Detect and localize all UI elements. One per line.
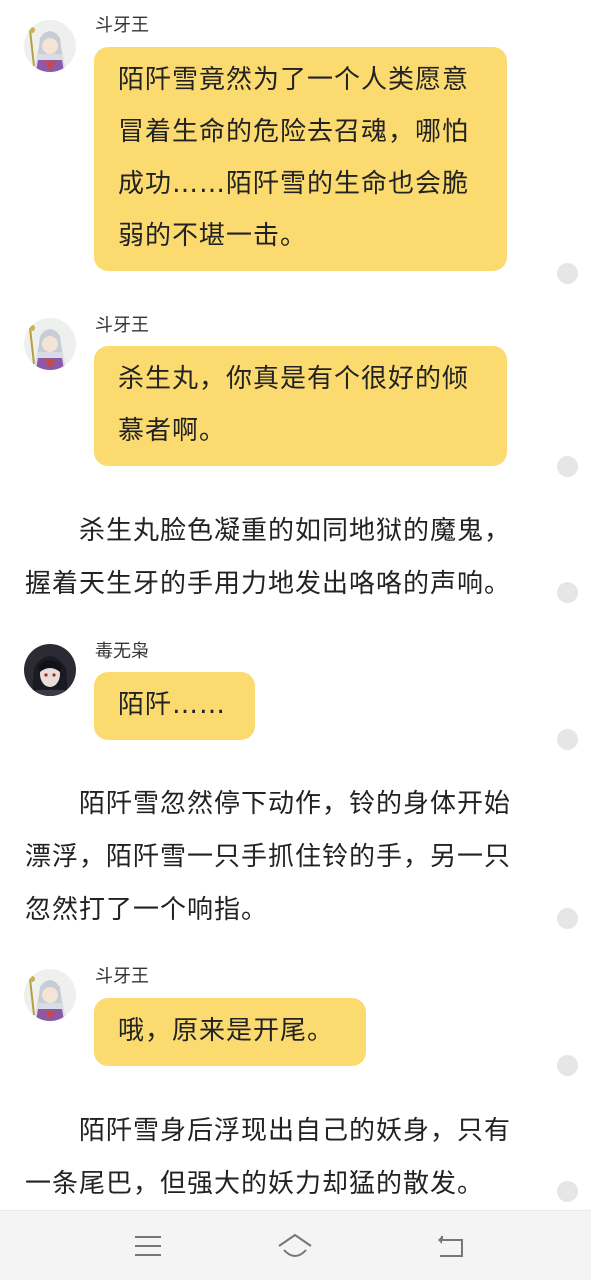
speaker-name: 斗牙王	[95, 315, 149, 336]
bubble-line: 陌阡雪竟然为了一个人类愿意	[118, 65, 470, 95]
comment-dot[interactable]	[557, 582, 578, 603]
system-navigation-bar	[0, 1210, 591, 1280]
bubble-line: 哦，原来是开尾。	[118, 1016, 335, 1046]
silver-hair-demon-avatar[interactable]	[24, 20, 76, 72]
narration-line: 陌阡雪忽然停下动作，铃的身体开始	[25, 789, 512, 819]
menu-icon	[135, 1236, 161, 1256]
comment-dot[interactable]	[557, 908, 578, 929]
narration-paragraph: 陌阡雪忽然停下动作，铃的身体开始 漂浮，陌阡雪一只手抓住铃的手，另一只 忽然打了…	[25, 778, 545, 937]
back-icon	[438, 1236, 463, 1257]
narration-line: 一条尾巴，但强大的妖力却猛的散发。	[25, 1169, 485, 1199]
chat-story-page: 斗牙王 陌阡雪竟然为了一个人类愿意 冒着生命的危险去召魂，哪怕 成功……陌阡雪的…	[0, 0, 591, 1280]
bubble-line: 陌阡……	[118, 690, 227, 720]
speaker-name: 斗牙王	[95, 15, 149, 36]
narration-line: 握着天生牙的手用力地发出咯咯的声响。	[25, 569, 512, 599]
silver-hair-demon-avatar[interactable]	[24, 969, 76, 1021]
narration-line: 陌阡雪身后浮现出自己的妖身，只有	[25, 1116, 512, 1146]
home-button[interactable]	[277, 1228, 313, 1264]
speaker-name: 毒无枭	[95, 641, 149, 662]
narration-paragraph: 陌阡雪身后浮现出自己的妖身，只有 一条尾巴，但强大的妖力却猛的散发。	[25, 1105, 545, 1211]
comment-dot[interactable]	[557, 456, 578, 477]
comment-dot[interactable]	[557, 1181, 578, 1202]
bubble-line: 杀生丸，你真是有个很好的倾	[118, 364, 470, 394]
bubble-line: 成功……陌阡雪的生命也会脆	[118, 169, 470, 199]
menu-button[interactable]	[130, 1228, 166, 1264]
speech-bubble[interactable]: 哦，原来是开尾。	[94, 998, 366, 1066]
narration-line: 忽然打了一个响指。	[25, 895, 269, 925]
bubble-line: 慕者啊。	[118, 416, 227, 446]
speech-bubble[interactable]: 陌阡雪竟然为了一个人类愿意 冒着生命的危险去召魂，哪怕 成功……陌阡雪的生命也会…	[94, 47, 507, 271]
bubble-line: 弱的不堪一击。	[118, 221, 308, 251]
dark-hair-character-avatar[interactable]	[24, 644, 76, 696]
speech-bubble[interactable]: 杀生丸，你真是有个很好的倾 慕者啊。	[94, 346, 507, 466]
narration-paragraph: 杀生丸脸色凝重的如同地狱的魔鬼， 握着天生牙的手用力地发出咯咯的声响。	[25, 505, 545, 611]
narration-line: 漂浮，陌阡雪一只手抓住铃的手，另一只	[25, 842, 512, 872]
speech-bubble[interactable]: 陌阡……	[94, 672, 255, 740]
narration-line: 杀生丸脸色凝重的如同地狱的魔鬼，	[25, 516, 512, 546]
comment-dot[interactable]	[557, 263, 578, 284]
comment-dot[interactable]	[557, 1055, 578, 1076]
silver-hair-demon-avatar[interactable]	[24, 318, 76, 370]
bubble-line: 冒着生命的危险去召魂，哪怕	[118, 117, 470, 147]
speaker-name: 斗牙王	[95, 966, 149, 987]
comment-dot[interactable]	[557, 729, 578, 750]
home-icon	[278, 1234, 312, 1257]
back-button[interactable]	[432, 1228, 468, 1264]
